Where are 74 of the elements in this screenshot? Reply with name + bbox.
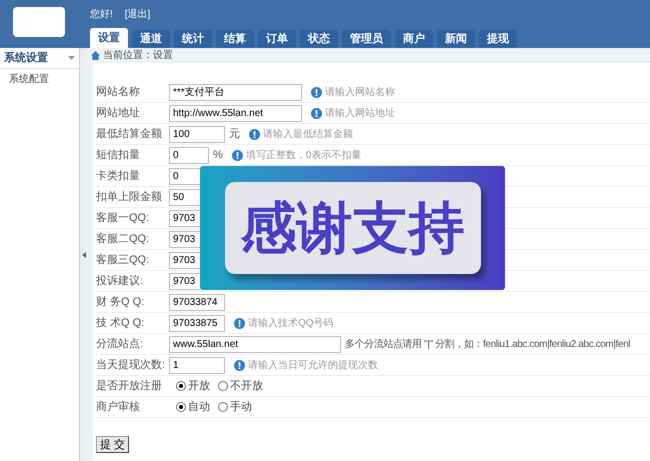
- text-field[interactable]: http://www.55lan.net: [169, 104, 302, 122]
- field-label: 当天提现次数:: [96, 358, 166, 373]
- info-icon: [232, 150, 243, 160]
- nav-tab[interactable]: 商户: [395, 30, 433, 48]
- text-field[interactable]: www.55lan.net: [169, 336, 341, 352]
- field-label: 最低结算金额: [96, 126, 163, 142]
- text-field[interactable]: 1: [169, 356, 225, 374]
- radio-button[interactable]: [218, 381, 228, 391]
- radio-option[interactable]: 开放: [176, 378, 210, 394]
- radio-button[interactable]: [176, 381, 186, 391]
- info-icon: [311, 108, 322, 118]
- nav-tab[interactable]: 统计: [174, 30, 212, 48]
- field-label: 是否开放注册: [96, 378, 163, 394]
- hint-text: 请输入技术QQ号码: [248, 316, 334, 330]
- field-label: 短信扣量: [96, 148, 141, 163]
- radio-option[interactable]: 手动: [218, 398, 252, 416]
- radio-option[interactable]: 不开放: [218, 378, 263, 394]
- field-label: 卡类扣量: [96, 168, 141, 184]
- unit-label: 元: [229, 126, 240, 142]
- nav-tab[interactable]: 管理员: [342, 30, 391, 48]
- nav-tab[interactable]: 设置: [90, 28, 128, 48]
- logout-link[interactable]: [退出]: [124, 6, 150, 22]
- nav-tab[interactable]: 状态: [300, 30, 338, 48]
- text-field[interactable]: 9703: [169, 210, 200, 226]
- field-label: 财 务Q Q:: [96, 294, 146, 310]
- text-field[interactable]: 0: [169, 146, 209, 164]
- field-label: 客服三QQ:: [96, 252, 150, 268]
- hint-text: 请输入网站地址: [325, 106, 395, 120]
- field-label: 技 术Q Q:: [96, 316, 146, 331]
- nav-tab[interactable]: 提现: [479, 30, 517, 48]
- field-label: 网站地址: [96, 106, 141, 121]
- radio-button[interactable]: [218, 402, 228, 412]
- info-icon: [234, 318, 245, 328]
- hint-text: 多个分流站点请用 "|" 分割，如：fenliu1.abc.com|fenliu2.abc.com|fenl: [345, 338, 630, 352]
- text-field[interactable]: 9703: [169, 252, 200, 268]
- field-label: 商户审核: [96, 400, 141, 415]
- home-icon: [91, 51, 100, 60]
- hint-text: 填写正整数，0表示不扣量: [246, 148, 362, 162]
- hint-text: 请输入当日可允许的提现次数: [248, 358, 378, 372]
- hint-text: 请输入网站名称: [325, 86, 395, 100]
- field-label: 投诉建议:: [96, 274, 144, 289]
- info-icon: [234, 360, 245, 370]
- greeting-text: 您好!: [90, 8, 113, 22]
- info-icon: [249, 128, 260, 140]
- text-field[interactable]: 9703: [169, 272, 200, 290]
- hint-text: 请输入最低结算金额: [263, 128, 353, 142]
- nav-tab[interactable]: 新闻: [437, 30, 475, 48]
- radio-option[interactable]: 自动: [176, 398, 210, 416]
- nav-tab[interactable]: 通道: [132, 30, 170, 48]
- nav-tab[interactable]: 订单: [258, 30, 296, 48]
- text-field[interactable]: 97033875: [169, 314, 225, 332]
- collapse-arrow-icon[interactable]: [82, 252, 86, 258]
- nav-tab[interactable]: 结算: [216, 30, 254, 48]
- caret-icon[interactable]: [68, 56, 75, 60]
- sidebar-title: 系统设置: [4, 50, 48, 66]
- text-field[interactable]: ***支付平台: [169, 84, 302, 100]
- banner-text: 感谢支持: [240, 200, 464, 256]
- field-label: 客服一QQ:: [96, 210, 150, 226]
- field-label: 分流站点:: [96, 336, 144, 352]
- unit-label: %: [213, 148, 223, 163]
- field-label: 扣单上限金额: [96, 190, 163, 205]
- breadcrumb-text: 当前位置：设置: [103, 48, 173, 63]
- text-field[interactable]: 100: [169, 126, 225, 142]
- logo: [13, 7, 65, 37]
- radio-button[interactable]: [176, 402, 186, 412]
- info-icon: [311, 86, 322, 98]
- field-label: 网站名称: [96, 84, 141, 100]
- text-field[interactable]: 50: [169, 188, 200, 206]
- sidebar-item[interactable]: 系统配置: [0, 69, 79, 87]
- text-field[interactable]: 9703: [169, 230, 200, 248]
- text-field[interactable]: 97033874: [169, 294, 225, 310]
- submit-button[interactable]: 提 交: [96, 436, 130, 453]
- field-label: 客服二QQ:: [96, 232, 150, 247]
- text-field[interactable]: 0: [169, 168, 200, 184]
